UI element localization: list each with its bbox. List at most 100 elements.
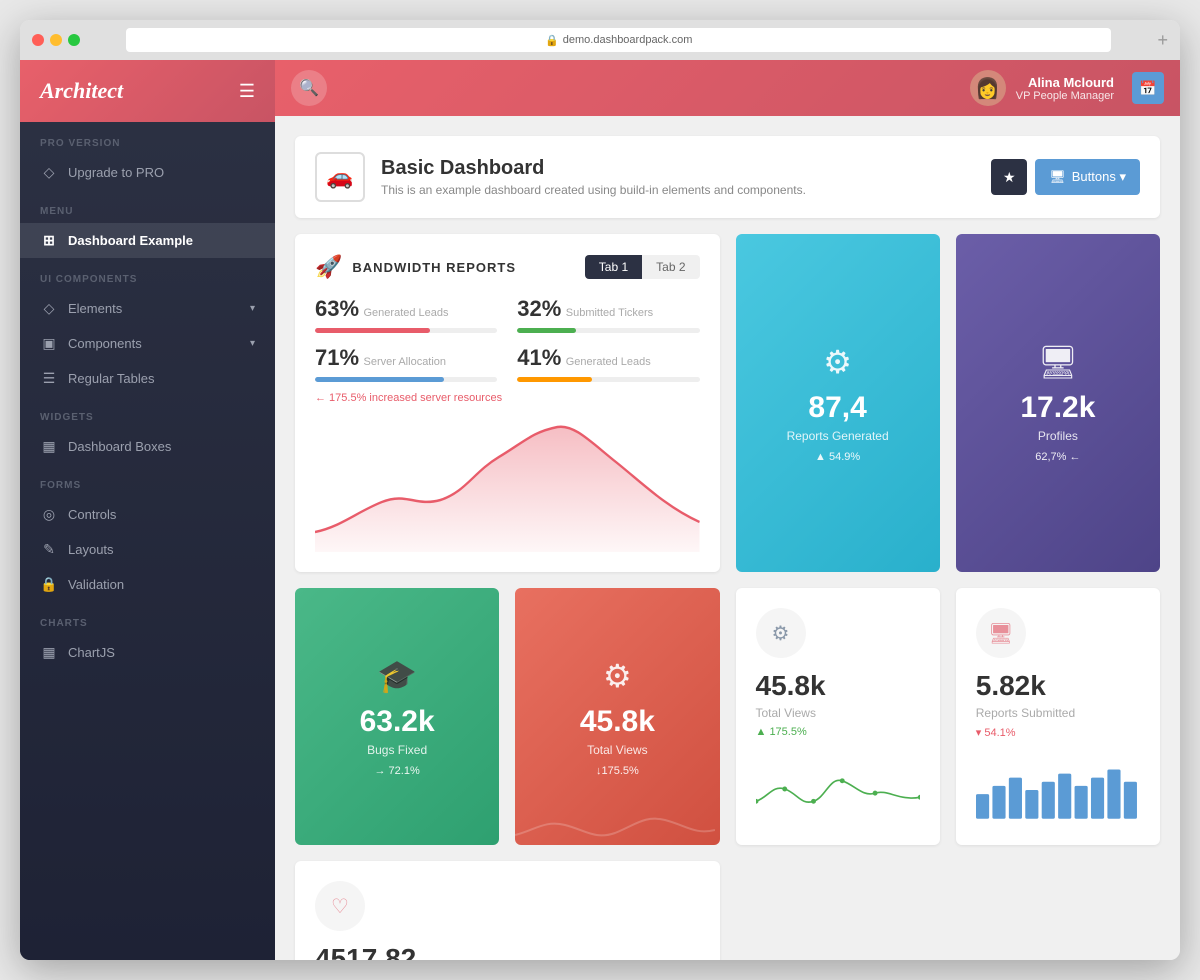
stat-card-reports-submitted: 🖥 5.82k Reports Submitted ▾ 54.1%: [956, 588, 1160, 845]
sidebar-label-components: Components: [68, 336, 142, 351]
url-text: demo.dashboardpack.com: [563, 34, 693, 46]
monitor-icon2: 🖥: [1038, 343, 1079, 381]
stat-label-1: Generated Leads: [364, 307, 449, 319]
dashboard-icon: ⊞: [40, 232, 58, 249]
bandwidth-card: 🚀 BANDWIDTH REPORTS Tab 1 Tab 2 63%: [295, 234, 720, 572]
boxes-icon: ▦: [40, 438, 58, 455]
sidebar-logo: Architect ☰: [20, 60, 275, 122]
minimize-btn[interactable]: [50, 34, 62, 46]
stat-box-value-bugs: 63.2k: [360, 705, 435, 739]
stat-box-trend-reports: ▲ 54.9%: [815, 451, 860, 463]
section-title-charts: CHARTS: [20, 602, 275, 635]
wave-chart: [515, 805, 715, 845]
stat-box-label-bugs: Bugs Fixed: [367, 743, 427, 757]
tab1-button[interactable]: Tab 1: [585, 255, 642, 279]
stat-card-value-reports: 5.82k: [976, 670, 1140, 702]
stat-card-value-views: 45.8k: [756, 670, 920, 702]
sidebar-label-elements: Elements: [68, 301, 122, 316]
stat-box-profiles: 🖥 17.2k Profiles 62,7% ←: [956, 234, 1160, 572]
address-bar[interactable]: 🔒 demo.dashboardpack.com: [126, 28, 1111, 52]
stat-box-label-views: Total Views: [587, 743, 647, 757]
sidebar-label-tables: Regular Tables: [68, 371, 154, 386]
stat-box-reports: ⚙ 87,4 Reports Generated ▲ 54.9%: [736, 234, 940, 572]
sidebar-item-validation[interactable]: 🔒 Validation: [20, 567, 275, 602]
sidebar-item-components[interactable]: ▣ Components ▾: [20, 326, 275, 361]
stat-card-icon-social: ♡: [315, 881, 365, 931]
stat-value-3: 71%: [315, 345, 359, 370]
stat-card-trend-reports: ▾ 54.1%: [976, 726, 1140, 739]
stat-value-4: 41%: [517, 345, 561, 370]
gear-icon2: ⚙: [603, 657, 632, 695]
layouts-icon: ✎: [40, 541, 58, 558]
sidebar-item-dashboard[interactable]: ⊞ Dashboard Example: [20, 223, 275, 258]
stat-value-2: 32%: [517, 296, 561, 321]
dashboard-grid: 🚀 BANDWIDTH REPORTS Tab 1 Tab 2 63%: [295, 234, 1160, 960]
star-button[interactable]: ★: [991, 159, 1027, 195]
stat-card-icon-reports: 🖥: [976, 608, 1026, 658]
section-title-forms: FORMS: [20, 464, 275, 497]
monitor-icon: 🖥: [1049, 169, 1066, 185]
stat-box-value-views: 45.8k: [580, 705, 655, 739]
new-tab-btn[interactable]: +: [1157, 30, 1168, 51]
sidebar-item-upgrade[interactable]: ◇ Upgrade to PRO: [20, 155, 275, 190]
stat-card-icon-views: ⚙: [756, 608, 806, 658]
sidebar-item-tables[interactable]: ☰ Regular Tables: [20, 361, 275, 396]
stat-label-2: Submitted Tickers: [566, 307, 653, 319]
stat-label-3: Server Allocation: [364, 356, 447, 368]
close-btn[interactable]: [32, 34, 44, 46]
page-title: Basic Dashboard: [381, 157, 806, 180]
section-title-ui: UI COMPONENTS: [20, 258, 275, 291]
tables-icon: ☰: [40, 370, 58, 387]
stat-card-label-views: Total Views: [756, 706, 920, 720]
stat-card-total-views: ⚙ 45.8k Total Views ▲ 175.5%: [736, 588, 940, 845]
bar-chart-reports: [976, 755, 1140, 825]
sidebar-item-controls[interactable]: ◎ Controls: [20, 497, 275, 532]
stat-box-trend-bugs: → 72.1%: [375, 765, 420, 777]
stat-card-trend-views: ▲ 175.5%: [756, 726, 920, 738]
tab2-button[interactable]: Tab 2: [642, 255, 699, 279]
bandwidth-title: BANDWIDTH REPORTS: [352, 260, 516, 275]
bandwidth-stats: 63% Generated Leads 32% Submitted Ticker…: [315, 296, 700, 382]
sidebar-item-chartjs[interactable]: ▦ ChartJS: [20, 635, 275, 670]
section-title-widgets: WIDGETS: [20, 396, 275, 429]
rocket-icon: 🚀: [315, 254, 342, 280]
sidebar-item-layouts[interactable]: ✎ Layouts: [20, 532, 275, 567]
sidebar-label-validation: Validation: [68, 577, 124, 592]
stat-box-bugs: 🎓 63.2k Bugs Fixed → 72.1%: [295, 588, 499, 845]
calendar-button[interactable]: 📅: [1132, 72, 1164, 104]
sidebar-label-controls: Controls: [68, 507, 116, 522]
sidebar-item-dashboard-boxes[interactable]: ▦ Dashboard Boxes: [20, 429, 275, 464]
graduation-icon: 🎓: [377, 657, 417, 695]
page-header-text: Basic Dashboard This is an example dashb…: [381, 157, 806, 197]
topnav: 🔍 👩 Alina Mclourd VP People Manager 📅: [275, 60, 1180, 116]
stat-box-value-profiles: 17.2k: [1020, 391, 1095, 425]
user-name: Alina Mclourd: [1016, 75, 1114, 90]
stat-generated-leads: 63% Generated Leads: [315, 296, 497, 333]
sidebar-label-layouts: Layouts: [68, 542, 114, 557]
user-info: Alina Mclourd VP People Manager: [1016, 75, 1114, 102]
user-role: VP People Manager: [1016, 90, 1114, 102]
chart-icon: ▦: [40, 644, 58, 661]
bandwidth-header: 🚀 BANDWIDTH REPORTS Tab 1 Tab 2: [315, 254, 700, 280]
section-title-pro: PRO VERSION: [20, 122, 275, 155]
hamburger-icon[interactable]: ☰: [239, 81, 255, 102]
maximize-btn[interactable]: [68, 34, 80, 46]
diamond-icon: ◇: [40, 164, 58, 181]
page-icon: 🚗: [315, 152, 365, 202]
stat-label-4: Generated Leads: [566, 356, 651, 368]
sidebar-label-chartjs: ChartJS: [68, 645, 115, 660]
app-container: Architect ☰ PRO VERSION ◇ Upgrade to PRO…: [20, 60, 1180, 960]
sidebar-item-elements[interactable]: ◇ Elements ▾: [20, 291, 275, 326]
lock-icon2: 🔒: [40, 576, 58, 593]
page-subtitle: This is an example dashboard created usi…: [381, 183, 806, 197]
stat-box-label-profiles: Profiles: [1038, 429, 1078, 443]
components-icon: ▣: [40, 335, 58, 352]
page-actions: ★ 🖥 Buttons ▾: [991, 159, 1140, 195]
buttons-dropdown[interactable]: 🖥 Buttons ▾: [1035, 159, 1140, 195]
stat-generated-leads-2: 41% Generated Leads: [517, 345, 699, 382]
user-menu[interactable]: 👩 Alina Mclourd VP People Manager 📅: [970, 70, 1164, 106]
sidebar-label-upgrade: Upgrade to PRO: [68, 165, 164, 180]
stat-card-value-social: 4517.82: [315, 943, 700, 960]
search-button[interactable]: 🔍: [291, 70, 327, 106]
chevron-down-icon: ▾: [250, 303, 255, 314]
